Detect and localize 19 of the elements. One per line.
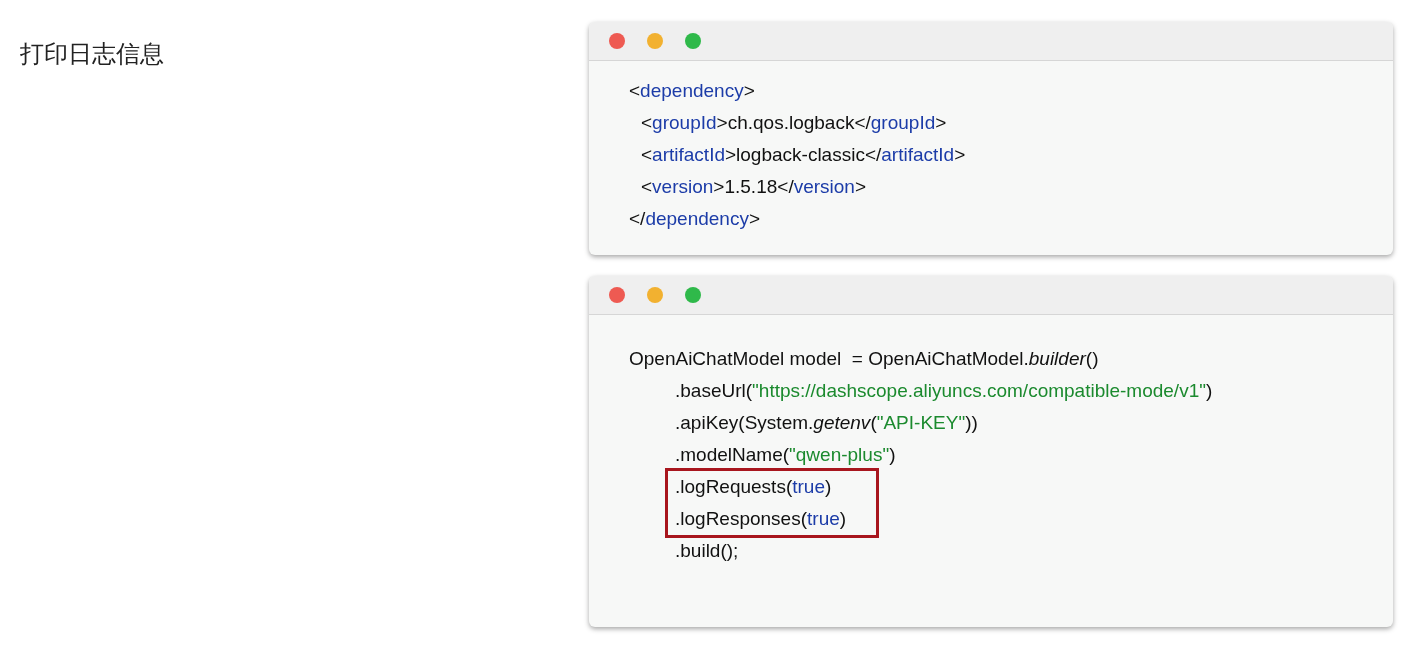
close-icon (609, 287, 625, 303)
code-line: .baseUrl("https://dashscope.aliyuncs.com/compatible-mode/v1") (675, 379, 1213, 403)
code-line: OpenAiChatModel model = OpenAiChatModel.builder() (629, 347, 1099, 371)
code-line: <version>1.5.18</version> (641, 175, 866, 199)
maximize-icon (685, 33, 701, 49)
code-line: <groupId>ch.qos.logback</groupId> (641, 111, 947, 135)
code-line: .build(); (675, 539, 739, 563)
minimize-icon (647, 33, 663, 49)
code-line: .apiKey(System.getenv("API-KEY")) (675, 411, 978, 435)
code-line: </dependency> (629, 207, 761, 231)
code-line: .modelName("qwen-plus") (675, 443, 896, 467)
close-icon (609, 33, 625, 49)
slide-title: 打印日志信息 (20, 39, 164, 70)
code-line: <artifactId>logback-classic</artifactId> (641, 143, 966, 167)
code-line: <dependency> (629, 79, 755, 103)
code-line: .logRequests(true) (675, 475, 832, 499)
code-line: .logResponses(true) (675, 507, 847, 531)
maximize-icon (685, 287, 701, 303)
minimize-icon (647, 287, 663, 303)
